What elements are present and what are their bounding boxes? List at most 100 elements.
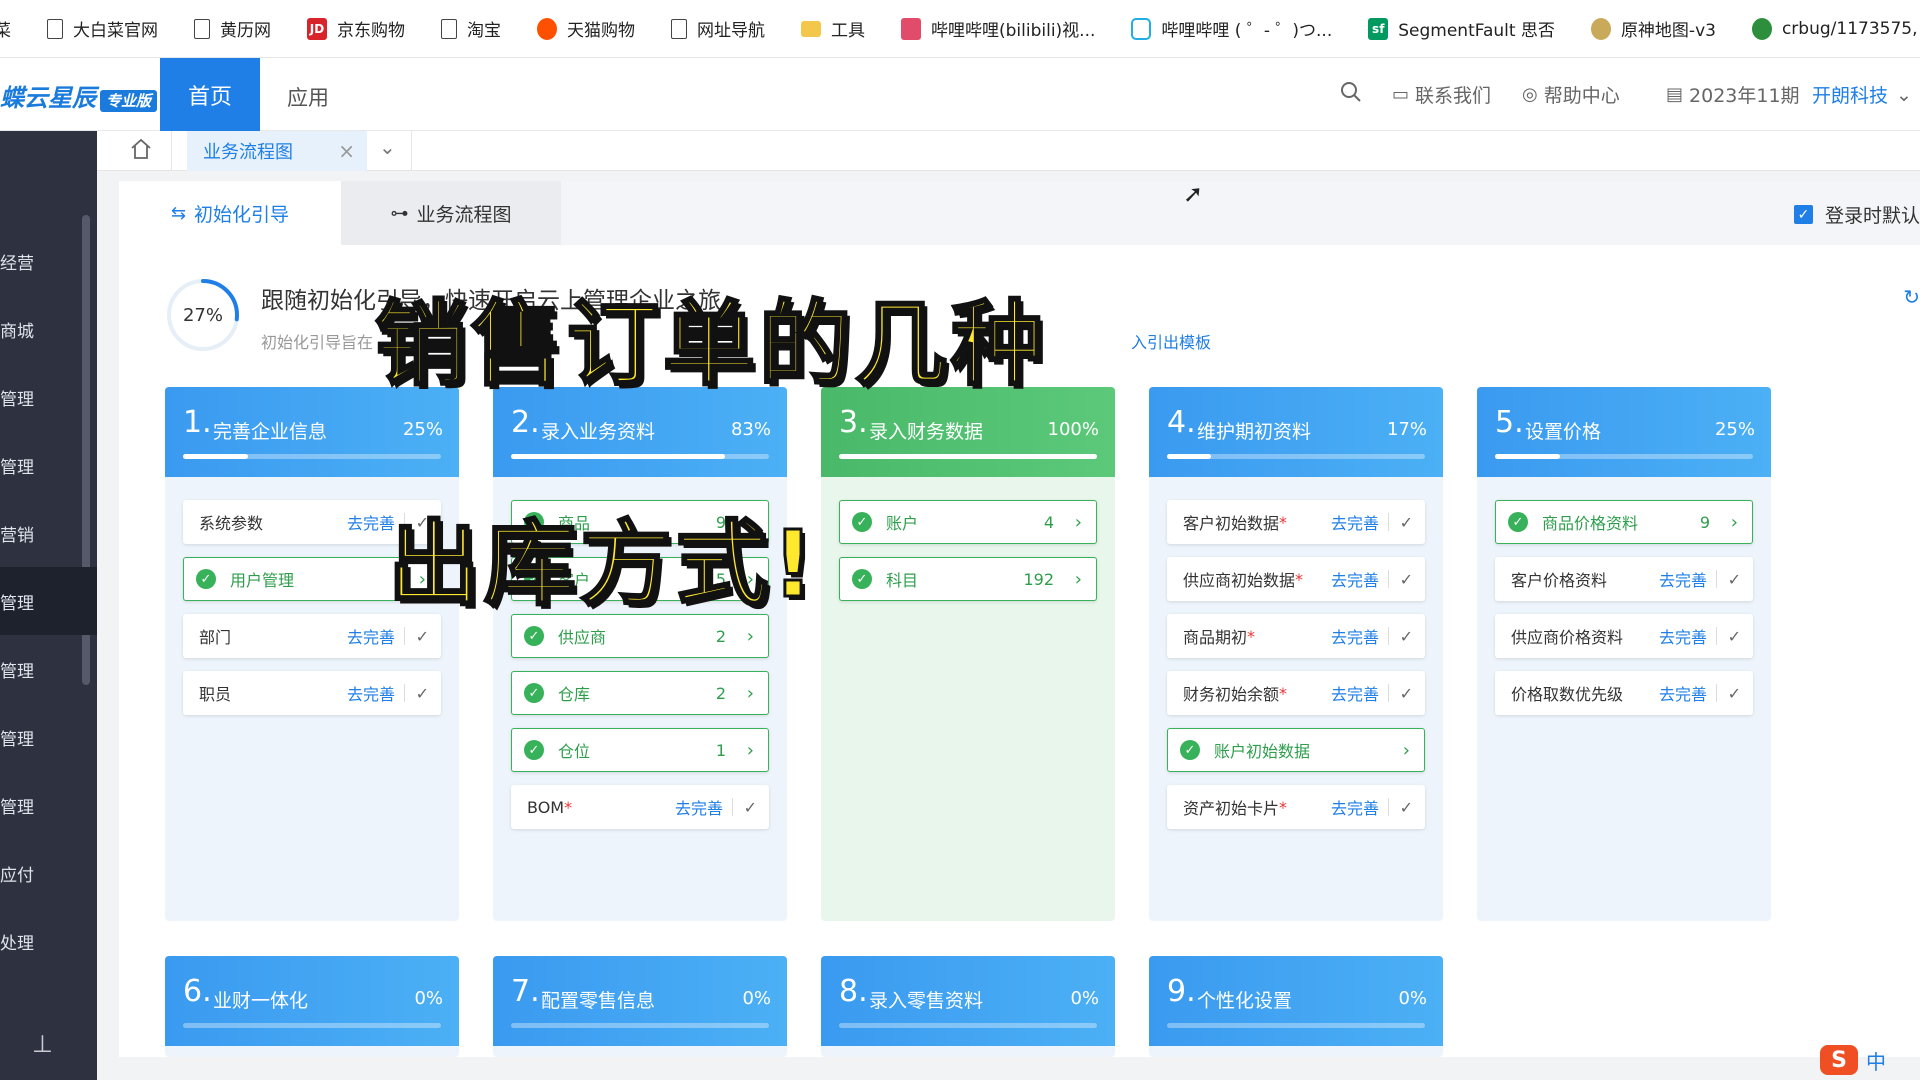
bookmark-item[interactable]: 黄历网 [194, 16, 271, 41]
check-icon[interactable]: ✓ [1400, 513, 1413, 532]
bookmark-item[interactable]: 哔哩哔哩(bilibili)视... [901, 16, 1095, 41]
bookmark-item[interactable]: 网址导航 [671, 16, 765, 41]
step-item[interactable]: 客户价格资料 去完善 ✓ [1495, 557, 1753, 601]
step-item[interactable]: ✓ 仓位 1 › [511, 728, 769, 772]
sidebar-item[interactable]: 管理 [0, 703, 97, 771]
step-item[interactable]: ✓ 账户初始数据 › [1167, 728, 1425, 772]
sidebar-item[interactable]: 应付 [0, 839, 97, 907]
bookmark-item[interactable]: 淘宝 [441, 16, 501, 41]
complete-link[interactable]: 去完善 [347, 681, 395, 705]
login-default-checkbox[interactable]: ✓ 登录时默认 [1793, 201, 1920, 228]
check-icon[interactable]: ✓ [1728, 684, 1741, 703]
step-item[interactable]: 财务初始余额 * 去完善 ✓ [1167, 671, 1425, 715]
tab-flow-chart[interactable]: ⊶ 业务流程图 [341, 181, 561, 245]
bookmark-item[interactable]: crbug/1173575, no... [1751, 17, 1920, 40]
tab-init-guide[interactable]: ⇆ 初始化引导 [119, 181, 341, 245]
period-selector[interactable]: ▤ 2023年11期 [1666, 81, 1800, 108]
step-card-header[interactable]: 8. 录入零售资料 0% [821, 956, 1115, 1046]
complete-link[interactable]: 去完善 [1659, 624, 1707, 648]
complete-link[interactable]: 去完善 [1331, 795, 1379, 819]
complete-link[interactable]: 去完善 [1659, 567, 1707, 591]
sidebar-item[interactable]: 管理 [0, 771, 97, 839]
required-marker: * [1279, 683, 1288, 703]
nav-app[interactable]: 应用 [287, 82, 329, 112]
step-item[interactable]: ✓ 科目 192 › [839, 557, 1097, 601]
step-item[interactable]: ✓ 仓库 2 › [511, 671, 769, 715]
progress-percent: 27% [182, 304, 223, 326]
step-item[interactable]: 价格取数优先级 去完善 ✓ [1495, 671, 1753, 715]
search-icon[interactable] [1340, 81, 1362, 103]
step-item[interactable]: 资产初始卡片 * 去完善 ✓ [1167, 785, 1425, 829]
check-icon[interactable]: ✓ [1728, 627, 1741, 646]
refresh-icon[interactable]: ↻ [1903, 285, 1920, 309]
ime-indicator[interactable]: S 中 [1820, 1045, 1886, 1075]
step-item[interactable]: ✓ 账户 4 › [839, 500, 1097, 544]
import-template-link[interactable]: 入引出模板 [1131, 329, 1211, 353]
step-card-header[interactable]: 5. 设置价格 25% [1477, 387, 1771, 477]
close-icon[interactable]: × [338, 139, 355, 163]
step-card-header[interactable]: 4. 维护期初资料 17% [1149, 387, 1443, 477]
complete-link[interactable]: 去完善 [1659, 681, 1707, 705]
check-icon[interactable]: ✓ [416, 684, 429, 703]
step-item[interactable]: 客户初始数据 * 去完善 ✓ [1167, 500, 1425, 544]
home-icon[interactable] [129, 137, 153, 167]
check-icon[interactable]: ✓ [1400, 570, 1413, 589]
sidebar-item[interactable]: 管理 [0, 431, 97, 499]
check-icon[interactable]: ✓ [1400, 798, 1413, 817]
complete-link[interactable]: 去完善 [675, 795, 723, 819]
company-selector[interactable]: 开朗科技 ⌄ [1812, 81, 1912, 108]
chevron-down-icon[interactable]: ⌄ [379, 135, 396, 159]
check-icon: ✓ [1793, 205, 1813, 224]
bookmark-item[interactable]: 哔哩哔哩 ( ゜- ゜)つ... [1131, 16, 1332, 41]
complete-link[interactable]: 去完善 [1331, 510, 1379, 534]
bookmark-item[interactable]: JD 京东购物 [307, 16, 405, 41]
pin-icon[interactable]: ⊥ [32, 1030, 53, 1058]
sidebar-item[interactable]: 商城 [0, 295, 97, 363]
nav-home[interactable]: 首页 [160, 58, 260, 131]
guide-icon: ⇆ [170, 202, 187, 224]
sidebar-item[interactable]: 营销 [0, 499, 97, 567]
bookmark-label: 菜 [0, 16, 11, 41]
step-item-count: 2 [715, 683, 726, 703]
step-item[interactable]: BOM * 去完善 ✓ [511, 785, 769, 829]
step-item[interactable]: 供应商初始数据 * 去完善 ✓ [1167, 557, 1425, 601]
check-icon[interactable]: ✓ [1728, 570, 1741, 589]
step-card-header[interactable]: 7. 配置零售信息 0% [493, 956, 787, 1046]
step-item-count: 2 [715, 626, 726, 646]
sidebar-item[interactable]: 管理 [0, 363, 97, 431]
required-marker: * [1279, 797, 1288, 817]
contact-us-link[interactable]: ▭ 联系我们 [1392, 81, 1491, 108]
bookmark-item[interactable]: sf SegmentFault 思否 [1368, 16, 1555, 41]
check-icon[interactable]: ✓ [1400, 627, 1413, 646]
step-card-header[interactable]: 9. 个性化设置 0% [1149, 956, 1443, 1046]
app-logo[interactable]: 蝶云星辰 专业版 [0, 78, 158, 113]
step-item[interactable]: 商品期初 * 去完善 ✓ [1167, 614, 1425, 658]
bookmark-item[interactable]: 大白菜官网 [47, 16, 158, 41]
tab-business-flow[interactable]: 业务流程图 × [187, 131, 367, 171]
step-item[interactable]: 职员 去完善 ✓ [183, 671, 441, 715]
bookmark-item[interactable]: 菜 [0, 16, 11, 41]
complete-link[interactable]: 去完善 [1331, 681, 1379, 705]
divider [1388, 570, 1389, 588]
check-icon[interactable]: ✓ [416, 627, 429, 646]
check-icon[interactable]: ✓ [744, 798, 757, 817]
sidebar-item[interactable]: 处理 [0, 907, 97, 975]
check-icon[interactable]: ✓ [1400, 684, 1413, 703]
bookmark-item[interactable]: 原神地图-v3 [1590, 16, 1716, 41]
sidebar-item[interactable]: 管理 [0, 635, 97, 703]
help-center-link[interactable]: ◎ 帮助中心 [1522, 81, 1620, 108]
complete-link[interactable]: 去完善 [347, 624, 395, 648]
sidebar-item[interactable]: 管理 [0, 567, 97, 635]
compass-icon: ◎ [1522, 84, 1538, 105]
step-progress-fill [1495, 454, 1560, 459]
bookmark-item[interactable]: 工具 [801, 16, 865, 41]
genshin-icon [1590, 17, 1611, 40]
step-item[interactable]: ✓ 商品价格资料 9 › [1495, 500, 1753, 544]
complete-link[interactable]: 去完善 [1331, 624, 1379, 648]
step-item[interactable]: 供应商价格资料 去完善 ✓ [1495, 614, 1753, 658]
sidebar-item[interactable]: 经营 [0, 227, 97, 295]
complete-link[interactable]: 去完善 [1331, 567, 1379, 591]
bookmark-item[interactable]: 天猫购物 [537, 16, 635, 41]
step-card-header[interactable]: 6. 业财一体化 0% [165, 956, 459, 1046]
step-item-label: 客户初始数据 [1183, 514, 1280, 533]
